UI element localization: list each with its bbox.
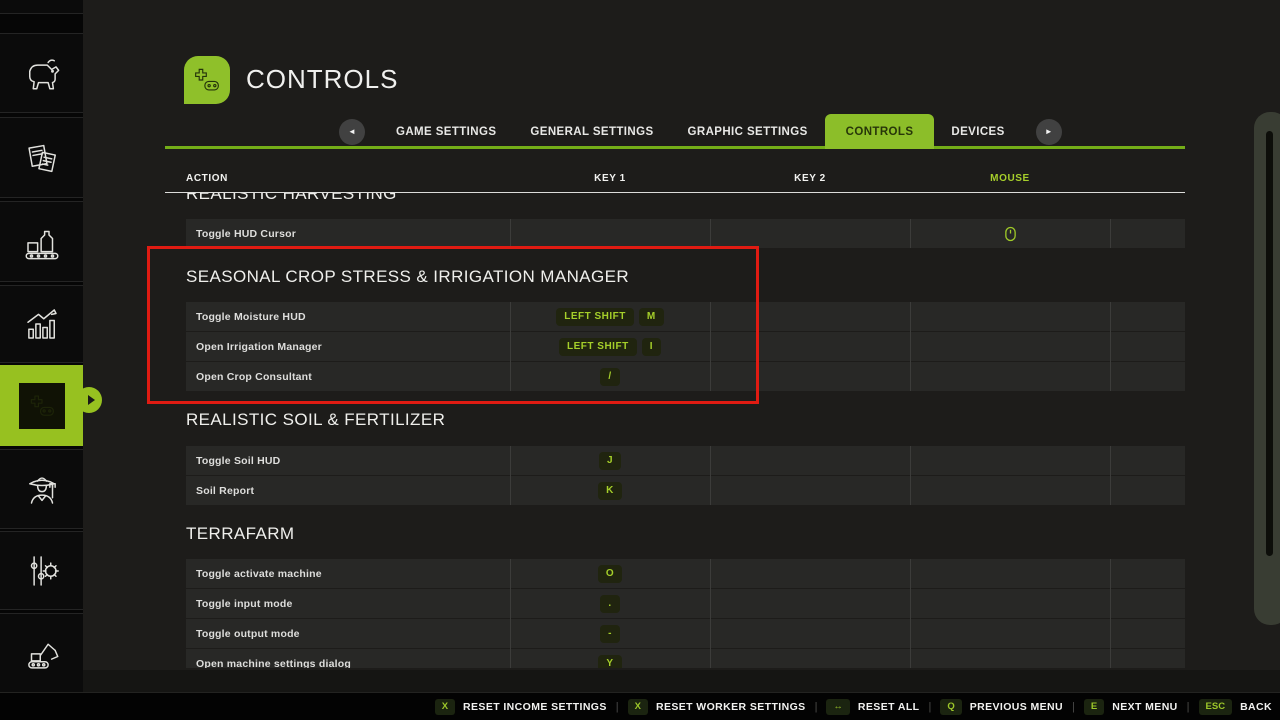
chevron-left-icon: ◄ [348, 127, 356, 136]
back-label: BACK [1240, 701, 1272, 713]
key1-cell[interactable]: J [510, 452, 710, 470]
reset-all-label: RESET ALL [858, 701, 920, 713]
key-badge: J [599, 452, 621, 470]
production-icon [21, 221, 63, 263]
controls-header-icon [184, 56, 230, 104]
key1-cell[interactable]: - [510, 625, 710, 643]
section-title-terrafarm: TERRAFARM [186, 524, 1185, 544]
chevron-right-icon: ► [1045, 127, 1053, 136]
reset-worker-settings-button[interactable]: X RESET WORKER SETTINGS [628, 699, 806, 715]
action-label: Open machine settings dialog [186, 658, 510, 669]
table-row[interactable]: Toggle output mode - [186, 619, 1185, 648]
section-rows: Toggle HUD Cursor [186, 219, 1185, 248]
action-label: Toggle HUD Cursor [186, 228, 510, 240]
backspace-key-badge: ↔ [826, 699, 850, 715]
tab-devices[interactable]: DEVICES [934, 114, 1021, 149]
active-item-arrow-icon [88, 395, 95, 405]
key-badge: O [598, 565, 622, 583]
controls-settings-screen: CONTROLS ◄ GAME SETTINGS GENERAL SETTING… [0, 0, 1280, 720]
section-rows: Toggle Soil HUD J Soil Report K [186, 446, 1185, 505]
action-label: Toggle input mode [186, 598, 510, 610]
tab-graphic-settings[interactable]: GRAPHIC SETTINGS [671, 114, 825, 149]
key-x-badge: X [628, 699, 648, 715]
highlight-red-box [147, 246, 759, 404]
scrollbar[interactable] [1254, 112, 1280, 625]
action-label: Toggle Soil HUD [186, 455, 510, 467]
action-label: Soil Report [186, 485, 510, 497]
key1-cell[interactable]: Y [510, 655, 710, 669]
contracts-icon [21, 137, 63, 179]
sidebar-item-character[interactable] [0, 449, 83, 529]
previous-menu-label: PREVIOUS MENU [970, 701, 1063, 713]
page-title: CONTROLS [246, 64, 398, 95]
column-header-key1: KEY 1 [510, 173, 710, 184]
table-row[interactable]: Toggle input mode . [186, 589, 1185, 618]
tabs-next-button[interactable]: ► [1036, 119, 1062, 145]
sidebar-item-game-settings[interactable] [0, 531, 83, 610]
back-button[interactable]: ESC BACK [1199, 699, 1272, 715]
tabs-prev-button[interactable]: ◄ [339, 119, 365, 145]
footer-shortcut-bar: X RESET INCOME SETTINGS | X RESET WORKER… [0, 692, 1280, 720]
sidebar [0, 0, 83, 720]
key-e-badge: E [1084, 699, 1104, 715]
key1-cell[interactable]: O [510, 565, 710, 583]
tab-controls[interactable]: CONTROLS [825, 114, 935, 149]
table-header-row: ACTION KEY 1 KEY 2 MOUSE [186, 173, 1185, 192]
key-badge: . [600, 595, 619, 613]
table-row[interactable]: Toggle Soil HUD J [186, 446, 1185, 475]
sidebar-item-construction[interactable] [0, 613, 83, 693]
footer-separator: | [815, 701, 818, 713]
section-title-realistic-soil: REALISTIC SOIL & FERTILIZER [186, 410, 1185, 430]
mouse-cell[interactable] [910, 226, 1110, 242]
key-badge: K [598, 482, 622, 500]
column-header-mouse: MOUSE [910, 173, 1110, 184]
scrollbar-groove [1266, 131, 1273, 556]
key-x-badge: X [435, 699, 455, 715]
sidebar-item-controls-active[interactable] [0, 365, 83, 446]
key-esc-badge: ESC [1199, 699, 1233, 715]
key1-cell[interactable]: K [510, 482, 710, 500]
content-bottom-strip [83, 670, 1280, 692]
controls-icon [19, 383, 65, 429]
sidebar-item-animals[interactable] [0, 33, 83, 113]
mouse-icon [1004, 226, 1017, 242]
settings-sliders-icon [21, 550, 63, 592]
column-header-action: ACTION [186, 173, 228, 184]
section-rows: Toggle activate machine O Toggle input m… [186, 559, 1185, 668]
table-row[interactable]: Open machine settings dialog Y [186, 649, 1185, 668]
statistics-icon [21, 303, 63, 345]
key1-cell[interactable]: . [510, 595, 710, 613]
farmer-icon [21, 468, 63, 510]
key-badge: Y [598, 655, 621, 669]
sidebar-item-production[interactable] [0, 201, 83, 282]
section-title-realistic-harvesting: REALISTIC HARVESTING [186, 193, 1185, 204]
table-row[interactable]: Toggle activate machine O [186, 559, 1185, 588]
table-row[interactable]: Toggle HUD Cursor [186, 219, 1185, 248]
next-menu-label: NEXT MENU [1112, 701, 1177, 713]
previous-menu-button[interactable]: Q PREVIOUS MENU [940, 699, 1063, 715]
excavator-icon [21, 632, 63, 674]
key-q-badge: Q [940, 699, 961, 715]
tab-general-settings[interactable]: GENERAL SETTINGS [513, 114, 670, 149]
next-menu-button[interactable]: E NEXT MENU [1084, 699, 1178, 715]
footer-separator: | [616, 701, 619, 713]
sidebar-item-statistics[interactable] [0, 285, 83, 363]
sidebar-item-finance[interactable] [0, 0, 83, 14]
key-badge: - [600, 625, 620, 643]
cow-icon [21, 52, 63, 94]
tab-game-settings[interactable]: GAME SETTINGS [379, 114, 513, 149]
reset-all-button[interactable]: ↔ RESET ALL [826, 699, 919, 715]
reset-income-settings-button[interactable]: X RESET INCOME SETTINGS [435, 699, 607, 715]
reset-worker-settings-label: RESET WORKER SETTINGS [656, 701, 806, 713]
column-header-key2: KEY 2 [710, 173, 910, 184]
footer-separator: | [1072, 701, 1075, 713]
sidebar-item-contracts[interactable] [0, 117, 83, 198]
action-label: Toggle activate machine [186, 568, 510, 580]
settings-tabbar: ◄ GAME SETTINGS GENERAL SETTINGS GRAPHIC… [325, 114, 1076, 149]
reset-income-settings-label: RESET INCOME SETTINGS [463, 701, 607, 713]
table-row[interactable]: Soil Report K [186, 476, 1185, 505]
footer-separator: | [928, 701, 931, 713]
footer-separator: | [1187, 701, 1190, 713]
action-label: Toggle output mode [186, 628, 510, 640]
